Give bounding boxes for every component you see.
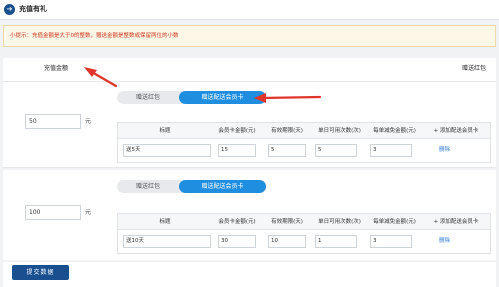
arrow-right-icon: ➔ — [4, 4, 15, 15]
recharge-amount-header: 充值金额 — [44, 65, 69, 72]
page-header: ➔ 充值有礼 — [0, 0, 499, 20]
tier-card: 赠送红包 赠送配送会员卡 100 元 标题 会员卡金额(元) 有效期限(天) 单… — [3, 170, 496, 260]
table-header-row: 标题 会员卡金额(元) 有效期限(天) 单日可用次数(次) 每单减免金额(元) … — [118, 123, 490, 139]
member-card-table: 标题 会员卡金额(元) 有效期限(天) 单日可用次数(次) 每单减免金额(元) … — [117, 122, 491, 163]
table-row: 送10天 30 10 1 3 删除 — [118, 230, 490, 253]
header-daily-uses: 单日可用次数(次) — [318, 128, 361, 134]
amount-unit: 元 — [85, 118, 92, 125]
valid-days-input[interactable]: 5 — [268, 144, 306, 157]
table-row: 送5天 15 5 5 3 删除 — [118, 139, 490, 162]
column-header: 充值金额 赠送红包 — [3, 58, 496, 82]
amount-unit: 元 — [85, 209, 92, 216]
title-input[interactable]: 送5天 — [123, 144, 211, 157]
daily-uses-input[interactable]: 5 — [315, 144, 357, 157]
header-discount: 每单减免金额(元) — [373, 219, 416, 225]
gift-type-toggle: 赠送红包 赠送配送会员卡 — [117, 91, 266, 104]
recharge-amount-input[interactable]: 100 — [25, 205, 81, 220]
daily-uses-input[interactable]: 1 — [315, 235, 357, 248]
header-card-amount: 会员卡金额(元) — [218, 128, 256, 134]
add-member-card-link[interactable]: + 添加配送会员卡 — [422, 214, 490, 230]
header-title: 标题 — [159, 128, 171, 134]
delete-link[interactable]: 删除 — [439, 235, 450, 248]
gift-red-packet-option[interactable]: 赠送红包 — [117, 91, 179, 104]
page-title: 充值有礼 — [19, 5, 47, 13]
footer-bar: 提交数据 — [3, 262, 496, 287]
member-card-table: 标题 会员卡金额(元) 有效期限(天) 单日可用次数(次) 每单减免金额(元) … — [117, 213, 491, 254]
gift-member-card-option[interactable]: 赠送配送会员卡 — [179, 180, 266, 193]
gift-member-card-option[interactable]: 赠送配送会员卡 — [179, 91, 266, 104]
tier-card: 赠送红包 赠送配送会员卡 50 元 标题 会员卡金额(元) 有效期限(天) 单日… — [3, 82, 496, 168]
gift-red-packet-header: 赠送红包 — [461, 65, 486, 72]
discount-input[interactable]: 3 — [370, 144, 412, 157]
header-discount: 每单减免金额(元) — [373, 128, 416, 134]
gift-red-packet-option[interactable]: 赠送红包 — [117, 180, 179, 193]
valid-days-input[interactable]: 10 — [268, 235, 306, 248]
card-amount-input[interactable]: 30 — [218, 235, 256, 248]
recharge-amount-input[interactable]: 50 — [25, 114, 81, 129]
table-header-row: 标题 会员卡金额(元) 有效期限(天) 单日可用次数(次) 每单减免金额(元) … — [118, 214, 490, 230]
submit-button[interactable]: 提交数据 — [12, 265, 69, 280]
header-card-amount: 会员卡金额(元) — [218, 219, 256, 225]
header-valid-days: 有效期限(天) — [271, 128, 303, 134]
title-input[interactable]: 送10天 — [123, 235, 211, 248]
gift-type-toggle: 赠送红包 赠送配送会员卡 — [117, 180, 266, 193]
header-title: 标题 — [159, 219, 171, 225]
tip-banner: 小提示：充值金额是大于0的整数，赠送金额是整数或保留两位的小数 — [3, 25, 496, 47]
delete-link[interactable]: 删除 — [439, 144, 450, 157]
discount-input[interactable]: 3 — [370, 235, 412, 248]
header-daily-uses: 单日可用次数(次) — [318, 219, 361, 225]
add-member-card-link[interactable]: + 添加配送会员卡 — [422, 123, 490, 139]
header-valid-days: 有效期限(天) — [271, 219, 303, 225]
card-amount-input[interactable]: 15 — [218, 144, 256, 157]
